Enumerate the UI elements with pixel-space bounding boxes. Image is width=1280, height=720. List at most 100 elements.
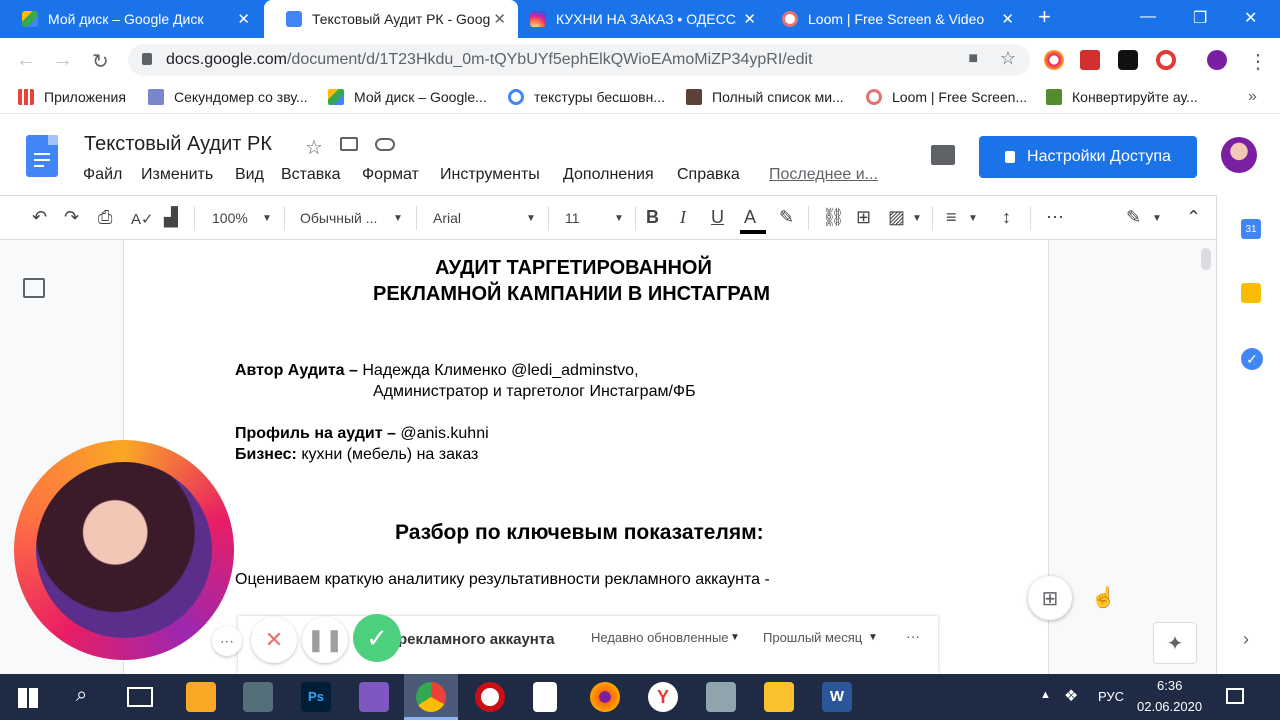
taskbar-app-camera-icon[interactable] — [243, 682, 273, 712]
spellcheck-icon[interactable]: A✓ — [131, 210, 154, 228]
undo-icon[interactable]: ↶ — [32, 207, 47, 228]
line-spacing-icon[interactable]: ↕ — [1002, 207, 1011, 228]
tasks-icon[interactable]: ✓ — [1241, 348, 1263, 370]
close-tab-icon[interactable]: ✕ — [743, 10, 756, 28]
restore-button[interactable]: ❐ — [1193, 8, 1207, 28]
windows-start-icon[interactable] — [18, 688, 38, 708]
language-indicator[interactable]: РУС — [1098, 689, 1124, 704]
bookmark-converter[interactable]: Конвертируйте ау... — [1046, 89, 1198, 105]
add-comment-icon[interactable]: ⊞ — [856, 207, 871, 228]
tab-instagram[interactable]: КУХНИ НА ЗАКАЗ • ОДЕССА ✕ — [518, 0, 768, 38]
document-title[interactable]: Текстовый Аудит РК — [84, 133, 272, 156]
taskbar-app-calculator-icon[interactable] — [706, 682, 736, 712]
keep-icon[interactable] — [1241, 283, 1261, 303]
close-tab-icon[interactable]: ✕ — [1001, 10, 1014, 28]
editing-mode-icon[interactable]: ✎ — [1126, 207, 1141, 228]
search-icon[interactable]: ⌕ — [76, 684, 87, 707]
show-hidden-icons[interactable]: ▲ — [1040, 689, 1051, 701]
minimize-button[interactable]: — — [1140, 8, 1156, 26]
document-page[interactable]: АУДИТ ТАРГЕТИРОВАННОЙ РЕКЛАМНОЙ КАМПАНИИ… — [123, 240, 1049, 674]
extension-badge-icon[interactable] — [1118, 50, 1138, 70]
extension-loom-icon[interactable] — [1156, 50, 1176, 70]
google-docs-logo-icon[interactable] — [26, 135, 58, 177]
extension-instagram-icon[interactable] — [1044, 50, 1064, 70]
menu-tools[interactable]: Инструменты — [440, 166, 540, 184]
expand-panel-icon[interactable]: › — [1243, 629, 1249, 650]
text-color-icon[interactable]: A — [744, 207, 756, 228]
bookmark-drive[interactable]: Мой диск – Google... — [328, 89, 487, 105]
highlight-icon[interactable]: ✎ — [779, 207, 794, 228]
menu-addons[interactable]: Дополнения — [563, 166, 654, 184]
move-folder-icon[interactable] — [340, 137, 358, 151]
dropbox-icon[interactable]: ❖ — [1064, 686, 1078, 706]
taskbar-app-folder-icon[interactable] — [186, 682, 216, 712]
browser-menu-icon[interactable]: ⋮ — [1248, 49, 1268, 74]
close-window-button[interactable]: ✕ — [1244, 8, 1257, 28]
comments-icon[interactable] — [931, 145, 955, 165]
share-button[interactable]: Настройки Доступа — [979, 136, 1197, 178]
underline-icon[interactable]: U — [711, 207, 724, 228]
menu-format[interactable]: Формат — [362, 166, 419, 184]
address-bar[interactable]: docs.google.com/document/d/1T23Hkdu_0m-t… — [128, 44, 1030, 76]
paint-format-icon[interactable]: ▟ — [164, 207, 178, 228]
forward-icon[interactable]: → — [53, 49, 73, 72]
profile-avatar[interactable] — [1207, 50, 1227, 70]
bookmark-textures[interactable]: текстуры бесшовн... — [508, 89, 665, 105]
menu-insert[interactable]: Вставка — [281, 166, 340, 184]
menu-edit[interactable]: Изменить — [141, 166, 213, 184]
close-tab-icon[interactable]: ✕ — [237, 10, 250, 28]
menu-help[interactable]: Справка — [677, 166, 740, 184]
menu-view[interactable]: Вид — [235, 166, 264, 184]
loom-cancel-button[interactable]: ✕ — [251, 617, 297, 663]
star-icon[interactable]: ☆ — [305, 135, 323, 160]
camera-blocked-icon[interactable]: ■ — [968, 50, 978, 68]
bookmark-star-icon[interactable]: ☆ — [1000, 48, 1016, 69]
task-view-icon[interactable] — [127, 687, 153, 707]
bold-icon[interactable]: B — [646, 207, 659, 228]
more-tools-icon[interactable]: ⋯ — [1046, 207, 1064, 228]
clock-date[interactable]: 02.06.2020 — [1137, 699, 1202, 714]
taskbar-app-document-icon[interactable] — [533, 682, 557, 712]
close-tab-icon[interactable]: ✕ — [493, 10, 506, 28]
more-bookmarks-icon[interactable]: » — [1248, 88, 1257, 106]
italic-icon[interactable]: I — [680, 207, 686, 228]
cloud-status-icon[interactable] — [375, 138, 395, 151]
font-size-select[interactable]: 11 — [565, 210, 580, 226]
loom-pause-button[interactable]: ❚❚ — [302, 617, 348, 663]
scrollbar-thumb[interactable] — [1201, 248, 1211, 270]
loom-finish-button[interactable]: ✓ — [353, 614, 401, 662]
taskbar-app-firefox-icon[interactable] — [590, 682, 620, 712]
print-icon[interactable]: ⎙ — [98, 207, 112, 228]
explore-button[interactable]: ✦ — [1153, 622, 1197, 664]
account-avatar[interactable] — [1221, 137, 1257, 173]
loom-webcam-bubble[interactable] — [14, 440, 234, 660]
taskbar-app-feather-icon[interactable] — [359, 682, 389, 712]
taskbar-app-yandex-icon[interactable]: Y — [648, 682, 678, 712]
last-edit-link[interactable]: Последнее и... — [769, 166, 878, 184]
tab-google-drive[interactable]: Мой диск – Google Диск ✕ — [0, 0, 262, 38]
menu-file[interactable]: Файл — [83, 166, 122, 184]
new-tab-button[interactable]: + — [1038, 4, 1051, 30]
insert-image-icon[interactable]: ▨ — [888, 207, 905, 228]
reload-icon[interactable]: ↻ — [92, 49, 109, 74]
calendar-icon[interactable]: 31 — [1241, 219, 1261, 239]
taskbar-app-photoshop-icon[interactable]: Ps — [301, 682, 331, 712]
collapse-menu-icon[interactable]: ⌃ — [1186, 207, 1201, 228]
extension-red-icon[interactable] — [1080, 50, 1100, 70]
taskbar-app-explorer-icon[interactable] — [764, 682, 794, 712]
loom-more-button[interactable]: ⋯ — [212, 626, 242, 656]
bookmark-apps[interactable]: Приложения — [18, 89, 126, 105]
add-comment-button[interactable]: ⊞ — [1028, 576, 1072, 620]
bookmark-list[interactable]: Полный список ми... — [686, 89, 844, 105]
tab-docs[interactable]: Текстовый Аудит РК - Goog ✕ — [264, 0, 518, 38]
bookmark-loom[interactable]: Loom | Free Screen... — [866, 89, 1027, 105]
outline-icon[interactable] — [23, 278, 45, 298]
clock-time[interactable]: 6:36 — [1157, 678, 1182, 693]
zoom-select[interactable]: 100% — [212, 210, 248, 226]
align-icon[interactable]: ≡ — [946, 207, 957, 228]
redo-icon[interactable]: ↷ — [64, 207, 79, 228]
tab-loom[interactable]: Loom | Free Screen & Video ✕ — [770, 0, 1026, 38]
notifications-icon[interactable] — [1226, 688, 1244, 704]
link-icon[interactable]: ⛓ — [822, 207, 845, 228]
back-icon[interactable]: ← — [16, 49, 36, 72]
